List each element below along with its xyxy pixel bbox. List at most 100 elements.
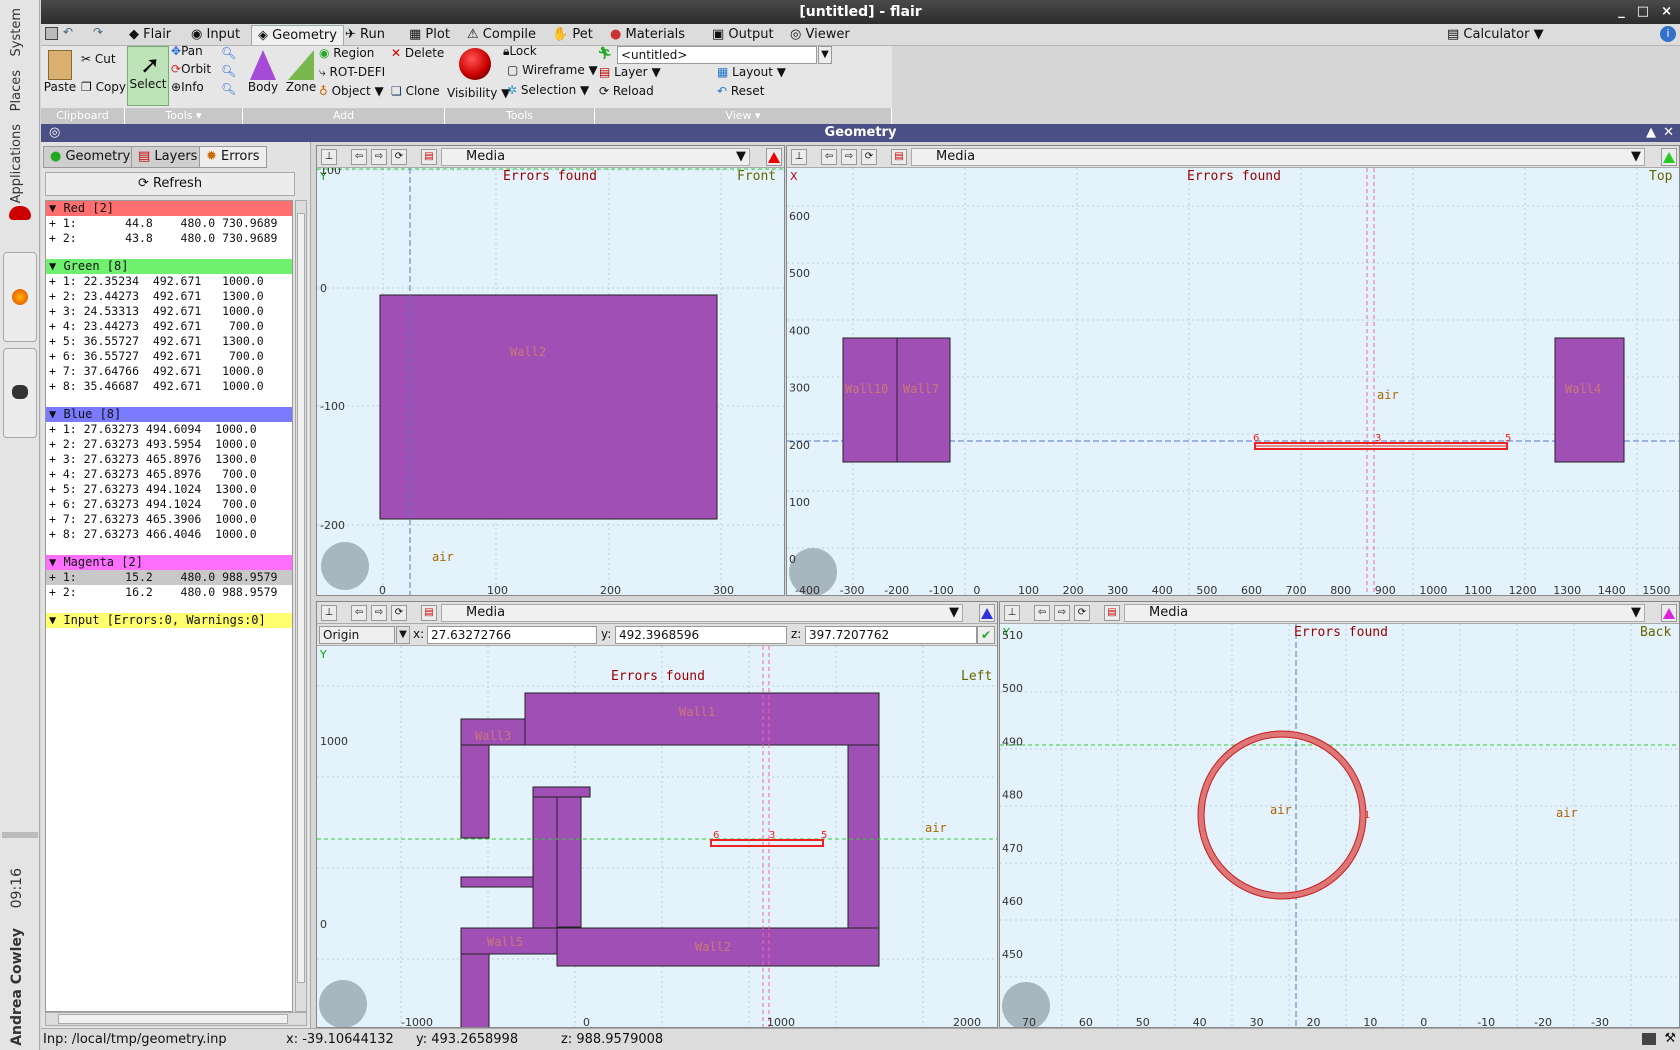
tab-pet[interactable]: ✋ Pet (546, 25, 599, 45)
media-select[interactable]: Media ▼ (1124, 604, 1645, 622)
tab-plot[interactable]: ▦ Plot (403, 25, 456, 45)
wall-bottom-shape[interactable] (460, 953, 490, 1028)
origin-x-input[interactable]: 27.63272766 (427, 626, 597, 644)
panel-pin-icon[interactable]: ◎ (49, 124, 60, 142)
media-select[interactable]: Media ▼ (911, 148, 1645, 166)
back-icon[interactable]: ⇦ (821, 149, 837, 165)
error-group-header[interactable]: ▼ Red [2] (46, 201, 292, 216)
error-row[interactable]: + 2: 16.2 480.0 988.9579 (46, 585, 292, 600)
error-row[interactable]: + 5: 27.63273 494.1024 1300.0 (46, 482, 292, 497)
tab-geometry-list[interactable]: ● Geometry (43, 146, 138, 168)
flair-launcher[interactable] (3, 348, 37, 438)
calculator-button[interactable]: ▤ Calculator ▼ (1441, 25, 1550, 45)
wall-stub-shape[interactable] (460, 876, 534, 888)
forward-icon[interactable]: ⇨ (371, 605, 387, 621)
view-indicator-blue[interactable] (979, 604, 995, 622)
error-row[interactable]: + 1: 15.2 480.0 988.9579 (46, 570, 292, 585)
viewport-top[interactable]: ⊥ ⇦ ⇨ ⟳ ▤ Media ▼ X Errors found Top Wall… (786, 145, 1680, 596)
axes-icon[interactable]: ⊥ (321, 149, 337, 165)
back-canvas[interactable]: Y Errors found Back air air 1 70 60 50 40 30… (1000, 624, 1680, 1028)
error-group-header[interactable]: ▼ Green [8] (46, 259, 292, 274)
view-indicator-magenta[interactable] (1661, 604, 1677, 622)
wireframe-menu[interactable]: ▢ Wireframe ▼ (507, 63, 598, 77)
cut-button[interactable]: ✂ Cut (81, 52, 116, 66)
axes-icon[interactable]: ⊥ (791, 149, 807, 165)
tab-flair[interactable]: ◆ Flair (123, 25, 177, 45)
region-button[interactable]: ◉ Region (319, 46, 374, 60)
layer-icon[interactable]: ▤ (421, 149, 437, 165)
status-keyboard-icon[interactable] (1642, 1033, 1656, 1045)
reload-button[interactable]: ⟳ Reload (599, 84, 654, 98)
layer-icon[interactable]: ▤ (1104, 605, 1120, 621)
viewport-back[interactable]: ⊥ ⇦ ⇨ ⟳ ▤ Media ▼ Y Errors found Back air… (999, 601, 1680, 1028)
tree-horizontal-scrollbar[interactable] (45, 1012, 307, 1026)
undo-icon[interactable]: ↶ (63, 25, 73, 39)
error-row[interactable]: + 8: 27.63273 466.4046 1000.0 (46, 527, 292, 542)
error-row[interactable]: + 1: 22.35234 492.671 1000.0 (46, 274, 292, 289)
save-icon[interactable] (45, 27, 58, 40)
left-canvas[interactable]: Y Errors found Left Wall1 Wall3 Wall2 Wa… (317, 646, 998, 1028)
error-row[interactable]: + 1: 27.63273 494.6094 1000.0 (46, 422, 292, 437)
viewport-front[interactable]: ⊥ ⇦ ⇨ ⟳ ▤ Media ▼ Y Errors found Front Wa… (316, 145, 785, 596)
back-icon[interactable]: ⇦ (351, 605, 367, 621)
axes-icon[interactable]: ⊥ (1004, 605, 1020, 621)
error-row[interactable]: + 2: 43.8 480.0 730.9689 (46, 231, 292, 246)
error-group-header[interactable]: ▼ Input [Errors:0, Warnings:0] (46, 613, 292, 628)
media-select[interactable]: Media ▼ (441, 148, 750, 166)
minimize-button[interactable]: _ (1618, 4, 1625, 19)
reset-button[interactable]: ↶ Reset (717, 84, 764, 98)
zoom-fit-icon[interactable]: 🔍︎ (221, 82, 236, 96)
lock-button[interactable]: 🔒︎Lock (503, 44, 537, 59)
applications-menu[interactable]: Applications (9, 124, 24, 203)
error-row[interactable]: + 8: 35.46687 492.671 1000.0 (46, 379, 292, 394)
orbit-button[interactable]: ⟳Orbit (171, 62, 211, 76)
error-row[interactable]: + 2: 23.44273 492.671 1300.0 (46, 289, 292, 304)
error-tree[interactable]: ▼ Red [2] + 1: 44.8 480.0 730.9689 + 2: 43… (45, 200, 293, 1012)
places-menu[interactable]: Places (9, 70, 24, 111)
zone-button[interactable]: Zone (283, 50, 319, 94)
wall-left-shape[interactable] (460, 744, 490, 839)
tab-viewer[interactable]: ◎ Viewer (784, 25, 856, 45)
back-icon[interactable]: ⇦ (351, 149, 367, 165)
orientation-gizmo[interactable] (319, 980, 367, 1028)
front-canvas[interactable]: Y Errors found Front Wall2 air 0 100 200… (317, 168, 785, 596)
tab-geometry[interactable]: ◈ Geometry (251, 25, 344, 45)
layout-menu[interactable]: ▦ Layout ▼ (717, 65, 786, 79)
delete-button[interactable]: ✕ Delete (391, 46, 444, 60)
zoom-in-icon[interactable]: 🔍︎ (221, 46, 236, 60)
error-row[interactable]: + 4: 27.63273 465.8976 700.0 (46, 467, 292, 482)
error-row[interactable]: + 7: 37.64766 492.671 1000.0 (46, 364, 292, 379)
redraw-icon[interactable]: ⟳ (1074, 605, 1090, 621)
wall-right-shape[interactable] (847, 744, 880, 929)
tools-group-label[interactable]: Tools ▾ (125, 108, 243, 124)
zoom-out-icon[interactable]: 🔍︎ (221, 64, 236, 78)
view-indicator-green[interactable] (1661, 148, 1677, 166)
wall10-shape[interactable] (842, 337, 898, 463)
redhat-icon[interactable] (9, 206, 31, 220)
error-row[interactable]: + 7: 27.63273 465.3906 1000.0 (46, 512, 292, 527)
zoom-icons[interactable]: 🔍︎ 🔍︎ 🔍︎ (221, 44, 236, 98)
object-menu[interactable]: ♁ Object ▼ (319, 84, 384, 98)
tab-output[interactable]: ▣ Output (706, 25, 780, 45)
clone-button[interactable]: ❏ Clone (391, 84, 440, 98)
wall-inner-cap-shape[interactable] (532, 786, 591, 798)
tab-layers[interactable]: ▤ Layers (131, 146, 205, 168)
axes-icon[interactable]: ⊥ (321, 605, 337, 621)
layer-menu[interactable]: ▤ Layer ▼ (599, 65, 661, 79)
back-icon[interactable]: ⇦ (1034, 605, 1050, 621)
status-tools-icon[interactable]: ⚒ (1664, 1031, 1676, 1046)
view-run-icon[interactable]: 🏃︎ (597, 46, 612, 60)
paste-button[interactable]: Paste (43, 50, 77, 94)
view-name-select[interactable]: <untitled> ▼ (617, 46, 832, 64)
orientation-gizmo[interactable] (321, 542, 369, 590)
forward-icon[interactable]: ⇨ (841, 149, 857, 165)
error-row[interactable]: + 3: 24.53313 492.671 1000.0 (46, 304, 292, 319)
tab-errors[interactable]: ✹ Errors (199, 146, 267, 168)
info-button[interactable]: ⊕Info (171, 80, 204, 94)
error-group-header[interactable]: ▼ Blue [8] (46, 407, 292, 422)
top-canvas[interactable]: X Errors found Top Wall10 Wall7 Wall4 ai… (787, 168, 1680, 596)
panel-close-icon[interactable]: ✕ (1663, 124, 1674, 142)
error-row[interactable]: + 2: 27.63273 493.5954 1000.0 (46, 437, 292, 452)
wall1-shape[interactable] (524, 692, 880, 746)
wall-inner-left-shape[interactable] (532, 786, 558, 950)
